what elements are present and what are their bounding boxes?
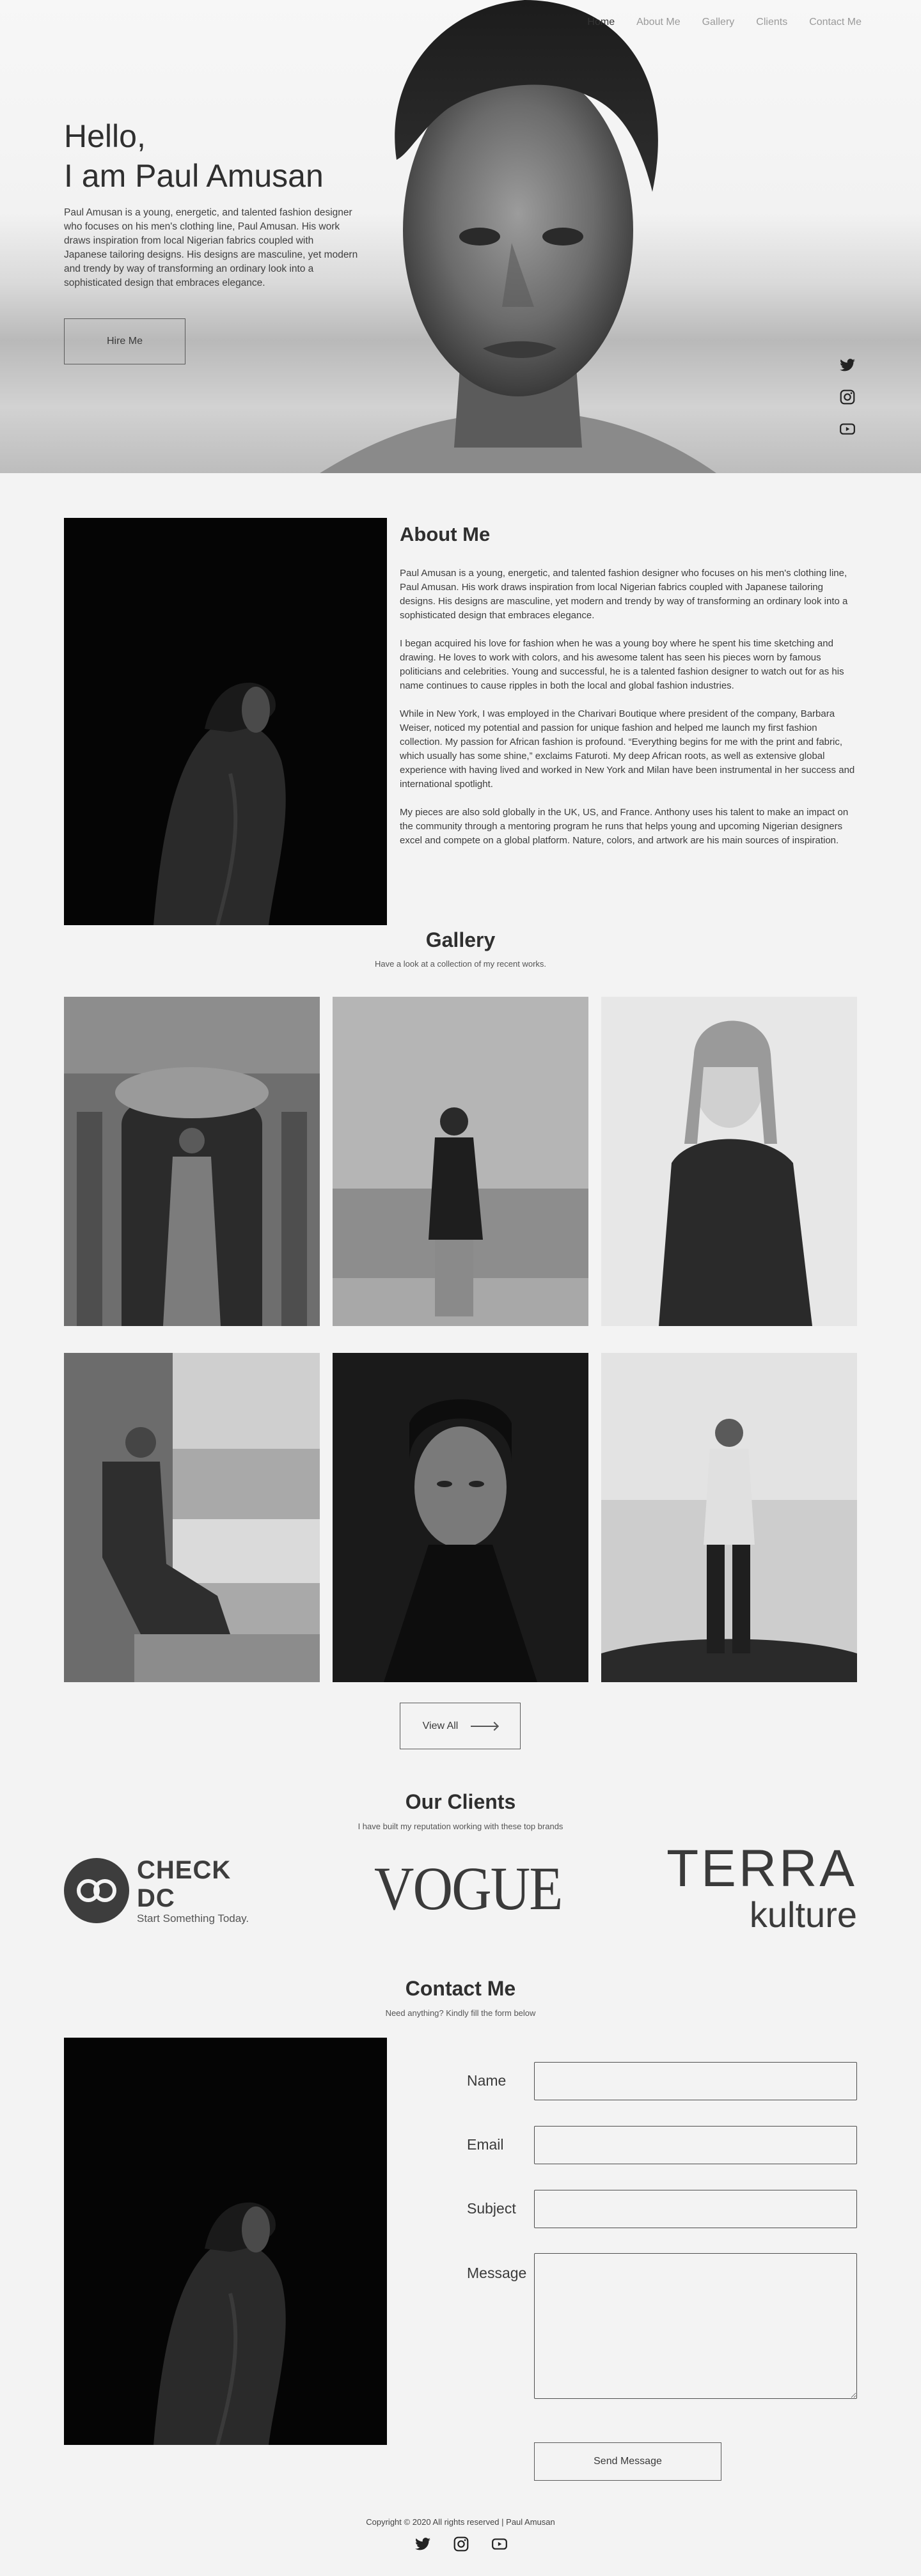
clients-subtitle: I have built my reputation working with … (358, 1822, 563, 1831)
view-all-label: View All (422, 1720, 459, 1731)
nav-clients-link[interactable]: Clients (756, 17, 787, 28)
gallery-image[interactable] (601, 1353, 857, 1682)
contact-subtitle: Need anything? Kindly fill the form belo… (385, 2008, 536, 2018)
gallery-image[interactable] (64, 997, 320, 1326)
hero-social-links (839, 357, 856, 437)
contact-portrait-image (64, 2038, 387, 2445)
nav-contact-link[interactable]: Contact Me (809, 17, 862, 28)
terra-wordmark: TERRA (666, 1839, 857, 1898)
about-text: Paul Amusan is a young, energetic, and t… (400, 566, 857, 862)
hire-me-button[interactable]: Hire Me (64, 318, 185, 364)
subject-label: Subject (467, 2200, 516, 2217)
email-label: Email (467, 2136, 504, 2153)
checkdc-tagline: Start Something Today. (137, 1912, 249, 1924)
gallery-heading: Gallery (425, 928, 496, 951)
about-paragraph: I began acquired his love for fashion wh… (400, 638, 844, 691)
subject-field[interactable] (534, 2190, 857, 2228)
name-label: Name (467, 2072, 507, 2089)
contact-heading: Contact Me (405, 1977, 516, 2000)
copyright-text: Copyright © 2020 All rights reserved | P… (366, 2517, 555, 2527)
client-logo-terra-kulture: TERRA kulture (665, 1841, 857, 1933)
nav-home-link[interactable]: Home (587, 17, 615, 28)
hero-intro-text: Paul Amusan is a young, energetic, and t… (64, 207, 358, 288)
hero-portrait-image (320, 0, 716, 473)
checkdc-name: CHECK DC (137, 1856, 232, 1912)
name-field[interactable] (534, 2062, 857, 2100)
instagram-icon[interactable] (839, 389, 856, 405)
youtube-icon[interactable] (491, 2536, 508, 2552)
gallery-subtitle: Have a look at a collection of my recent… (374, 959, 547, 969)
gallery-image[interactable] (333, 997, 588, 1326)
hooded-man-photo (64, 2038, 387, 2445)
youtube-icon[interactable] (839, 421, 856, 437)
gallery-image[interactable] (333, 1353, 588, 1682)
client-logo-checkdc: CHECK DC Start Something Today. (64, 1855, 269, 1926)
about-paragraph: While in New York, I was employed in the… (400, 708, 855, 790)
view-all-button[interactable]: View All (400, 1703, 521, 1749)
nav-about-link[interactable]: About Me (636, 17, 680, 28)
message-label: Message (467, 2265, 527, 2281)
email-field[interactable] (534, 2126, 857, 2164)
message-field[interactable] (534, 2253, 857, 2399)
about-heading: About Me (400, 523, 491, 545)
twitter-icon[interactable] (414, 2536, 431, 2552)
about-paragraph: My pieces are also sold globally in the … (400, 807, 849, 846)
gallery-image[interactable] (64, 1353, 320, 1682)
hooded-man-photo (64, 518, 387, 925)
hero-heading: Hello, I am Paul Amusan (64, 116, 324, 196)
client-logo-vogue: VOGUE (374, 1854, 563, 1923)
hero-greeting: Hello, (64, 118, 146, 154)
twitter-icon[interactable] (839, 357, 856, 373)
arrow-right-icon (471, 1725, 498, 1727)
hero-section: Home About Me Gallery Clients Contact Me… (0, 0, 921, 473)
about-paragraph: Paul Amusan is a young, energetic, and t… (400, 568, 848, 621)
instagram-icon[interactable] (453, 2536, 469, 2552)
checkdc-mark-icon (64, 1858, 129, 1923)
nav-gallery-link[interactable]: Gallery (702, 17, 735, 28)
kulture-wordmark: kulture (749, 1894, 857, 1935)
hero-name: I am Paul Amusan (64, 158, 324, 194)
send-message-button[interactable]: Send Message (534, 2442, 721, 2481)
main-nav: Home About Me Gallery Clients Contact Me (587, 17, 862, 28)
clients-heading: Our Clients (405, 1790, 516, 1813)
footer-social-links (414, 2536, 508, 2552)
gallery-image[interactable] (601, 997, 857, 1326)
about-portrait-image (64, 518, 387, 925)
